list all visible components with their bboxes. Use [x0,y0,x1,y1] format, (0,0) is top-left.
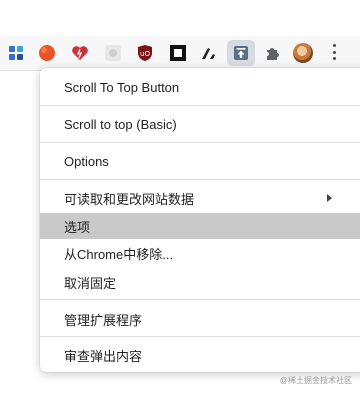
menu-divider [40,179,360,180]
menu-item-inspect-popup[interactable]: 审查弹出内容 [40,342,360,368]
ublock-origin-icon[interactable]: uO [135,43,155,63]
kebab-menu-icon[interactable] [329,42,339,62]
menu-divider [40,299,360,300]
menu-item-manage-extensions[interactable]: 管理扩展程序 [40,306,360,332]
menu-item-label: 取消固定 [64,275,117,291]
gray-square-extension-icon[interactable] [103,43,123,63]
watermark: @稀土掘金技术社区 [279,376,352,385]
menu-divider [40,336,360,337]
extension-context-menu: Scroll To Top Button Scroll to top (Basi… [40,68,360,372]
square-frame-extension-icon[interactable] [168,43,188,63]
menu-item-label: 可读取和更改网站数据 [64,191,195,207]
menu-divider [40,105,360,106]
menu-divider [40,142,360,143]
menu-item-label: Scroll to top (Basic) [64,116,177,132]
menu-item-label: 审查弹出内容 [64,348,143,364]
menu-item-label: Scroll To Top Button [64,79,180,95]
menu-item-label: 管理扩展程序 [64,312,143,328]
heart-extension-icon[interactable] [70,43,90,63]
menu-item-unpin[interactable]: 取消固定 [40,269,360,295]
menu-item-scroll-to-top-basic[interactable]: Scroll to top (Basic) [40,111,360,137]
avatar[interactable] [293,43,313,63]
menu-item-options-zh[interactable]: 选项 [40,213,360,239]
puzzle-extensions-icon[interactable] [262,43,282,63]
menu-item-label: 从Chrome中移除... [64,246,174,262]
orange-blob-extension-icon[interactable] [37,43,57,63]
menu-item-site-access[interactable]: 可读取和更改网站数据 [40,185,360,211]
browser-window: uO Scroll To Top Button Scroll to top (B… [0,0,360,400]
menu-item-remove-from-chrome[interactable]: 从Chrome中移除... [40,240,360,266]
scroll-to-top-extension-icon[interactable] [227,40,255,66]
menu-item-label: Options [64,153,109,169]
pen-extension-icon[interactable] [199,43,219,63]
grid-extension-icon[interactable] [6,43,26,63]
svg-text:uO: uO [140,50,150,58]
menu-item-options[interactable]: Options [40,148,360,174]
menu-item-scroll-to-top-button[interactable]: Scroll To Top Button [40,74,360,100]
menu-item-label: 选项 [64,219,91,235]
submenu-arrow-icon [327,194,332,202]
